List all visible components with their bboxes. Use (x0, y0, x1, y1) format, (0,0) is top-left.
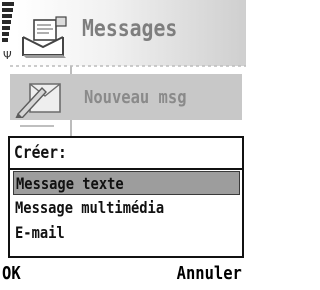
cancel-softkey-label: Annuler (176, 263, 242, 284)
messages-envelope-icon (22, 16, 67, 58)
popup-divider (10, 168, 242, 170)
popup-heading: Créer: (14, 143, 67, 163)
list-item-label: Nouveau msg (84, 87, 187, 108)
signal-strength-icon: Ψ (2, 2, 14, 61)
cancel-softkey[interactable]: Annuler (166, 263, 242, 285)
phone-screen: Ψ Messages Nouveau msg Créer: Message te… (0, 0, 246, 290)
ok-softkey[interactable]: OK (2, 263, 24, 285)
option-email[interactable]: E-mail (13, 221, 240, 245)
option-label: Message texte (16, 174, 124, 193)
create-popup-menu: Créer: Message texte Message multimédia … (8, 136, 244, 258)
option-label: Message multimédia (15, 198, 165, 217)
option-message-multimedia[interactable]: Message multimédia (13, 196, 240, 220)
option-message-texte[interactable]: Message texte (13, 171, 240, 195)
ok-softkey-label: OK (2, 263, 21, 284)
title-divider (10, 65, 246, 67)
option-label: E-mail (15, 223, 65, 242)
new-message-icon (15, 83, 61, 118)
antenna-icon: Ψ (3, 49, 12, 62)
list-separator (20, 125, 54, 127)
page-title: Messages (82, 16, 178, 42)
